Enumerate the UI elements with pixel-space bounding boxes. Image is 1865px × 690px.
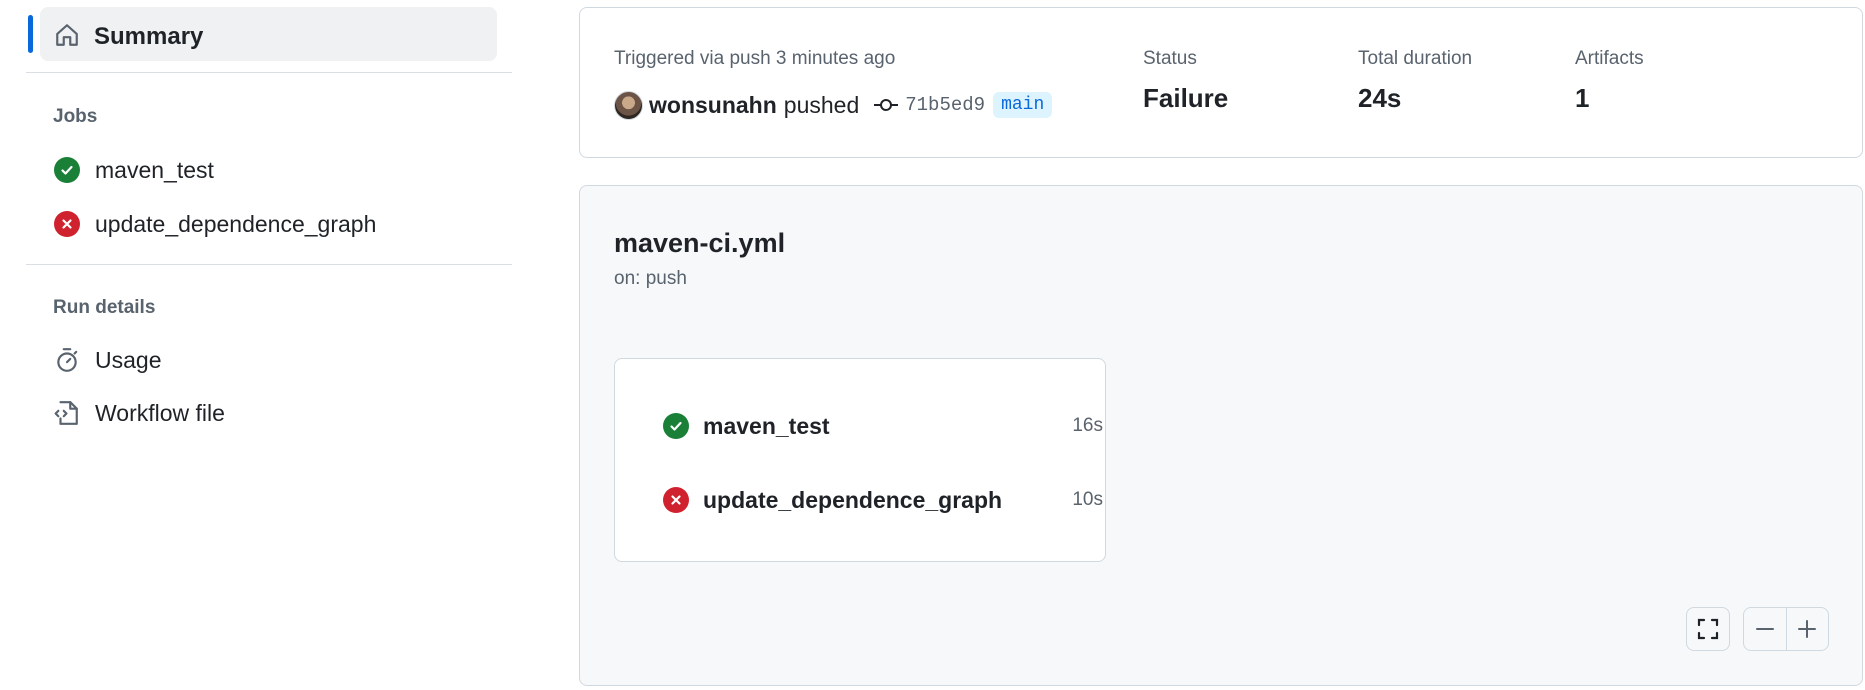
jobs-graph-box: maven_test 16s update_dependence_graph 1…: [614, 358, 1106, 562]
graph-job-duration: 16s: [1072, 415, 1103, 436]
trigger-text: Triggered via push 3 minutes ago: [614, 48, 896, 69]
zoom-out-button[interactable]: [1744, 608, 1786, 650]
duration-value: 24s: [1358, 83, 1402, 113]
action-text: pushed: [783, 91, 860, 118]
home-icon: [56, 24, 78, 46]
actor-link[interactable]: wonsunahn: [649, 92, 777, 119]
avatar[interactable]: [614, 90, 643, 120]
commit-sha-link[interactable]: 71b5ed9: [905, 94, 985, 116]
fullscreen-icon: [1697, 618, 1719, 640]
sidebar-item-workflow-file[interactable]: Workflow file: [53, 395, 225, 431]
sidebar: Summary Jobs maven_test update_dependenc…: [0, 0, 520, 690]
graph-job-duration: 10s: [1072, 489, 1103, 510]
minus-icon: [1755, 628, 1774, 630]
graph-job-update-dependence-graph[interactable]: update_dependence_graph 10s: [663, 483, 1103, 517]
zoom-controls: [1743, 607, 1829, 651]
file-code-icon: [54, 401, 78, 425]
workflow-trigger: on: push: [614, 268, 687, 289]
push-info-row: wonsunahn pushed 71b5ed9 main: [614, 88, 1053, 122]
status-value: Failure: [1143, 83, 1229, 113]
sidebar-job-label: maven_test: [95, 156, 214, 183]
duration-field: Total duration 24s: [1358, 48, 1472, 114]
artifacts-value[interactable]: 1: [1575, 83, 1644, 114]
artifacts-field: Artifacts 1: [1575, 48, 1644, 114]
sidebar-item-summary[interactable]: Summary: [40, 7, 497, 61]
workflow-graph-card: maven-ci.yml on: push maven_test 16s upd…: [579, 185, 1863, 686]
sidebar-item-job-maven-test[interactable]: maven_test: [53, 152, 214, 188]
sidebar-item-workflow-file-label: Workflow file: [95, 399, 225, 426]
sidebar-item-job-update-dependence-graph[interactable]: update_dependence_graph: [53, 206, 376, 242]
x-circle-icon: [663, 487, 689, 513]
sidebar-divider: [26, 264, 512, 265]
sidebar-item-usage-label: Usage: [95, 346, 162, 373]
graph-job-maven-test[interactable]: maven_test 16s: [663, 409, 1103, 443]
graph-job-name: update_dependence_graph: [703, 486, 1003, 513]
branch-badge[interactable]: main: [993, 92, 1053, 118]
zoom-in-button[interactable]: [1785, 608, 1828, 650]
status-field: Status Failure: [1143, 48, 1228, 114]
run-summary-card: Triggered via push 3 minutes ago wonsuna…: [579, 7, 1863, 158]
sidebar-divider: [26, 72, 512, 73]
jobs-section-title: Jobs: [53, 106, 98, 127]
active-indicator: [28, 15, 33, 53]
check-circle-icon: [54, 157, 80, 183]
stopwatch-icon: [57, 348, 78, 372]
graph-job-name: maven_test: [703, 412, 830, 439]
x-circle-icon: [54, 211, 80, 237]
workflow-name: maven-ci.yml: [614, 228, 786, 258]
check-circle-icon: [663, 413, 689, 439]
sidebar-item-usage[interactable]: Usage: [53, 342, 161, 378]
sidebar-item-summary-label: Summary: [94, 23, 204, 50]
sidebar-job-label: update_dependence_graph: [95, 210, 377, 237]
plus-icon: [1798, 620, 1817, 638]
artifacts-label: Artifacts: [1575, 48, 1644, 69]
git-commit-icon: [874, 99, 899, 111]
fullscreen-button[interactable]: [1686, 607, 1730, 651]
duration-label: Total duration: [1358, 48, 1473, 69]
run-details-section-title: Run details: [53, 297, 156, 318]
status-label: Status: [1143, 48, 1197, 69]
